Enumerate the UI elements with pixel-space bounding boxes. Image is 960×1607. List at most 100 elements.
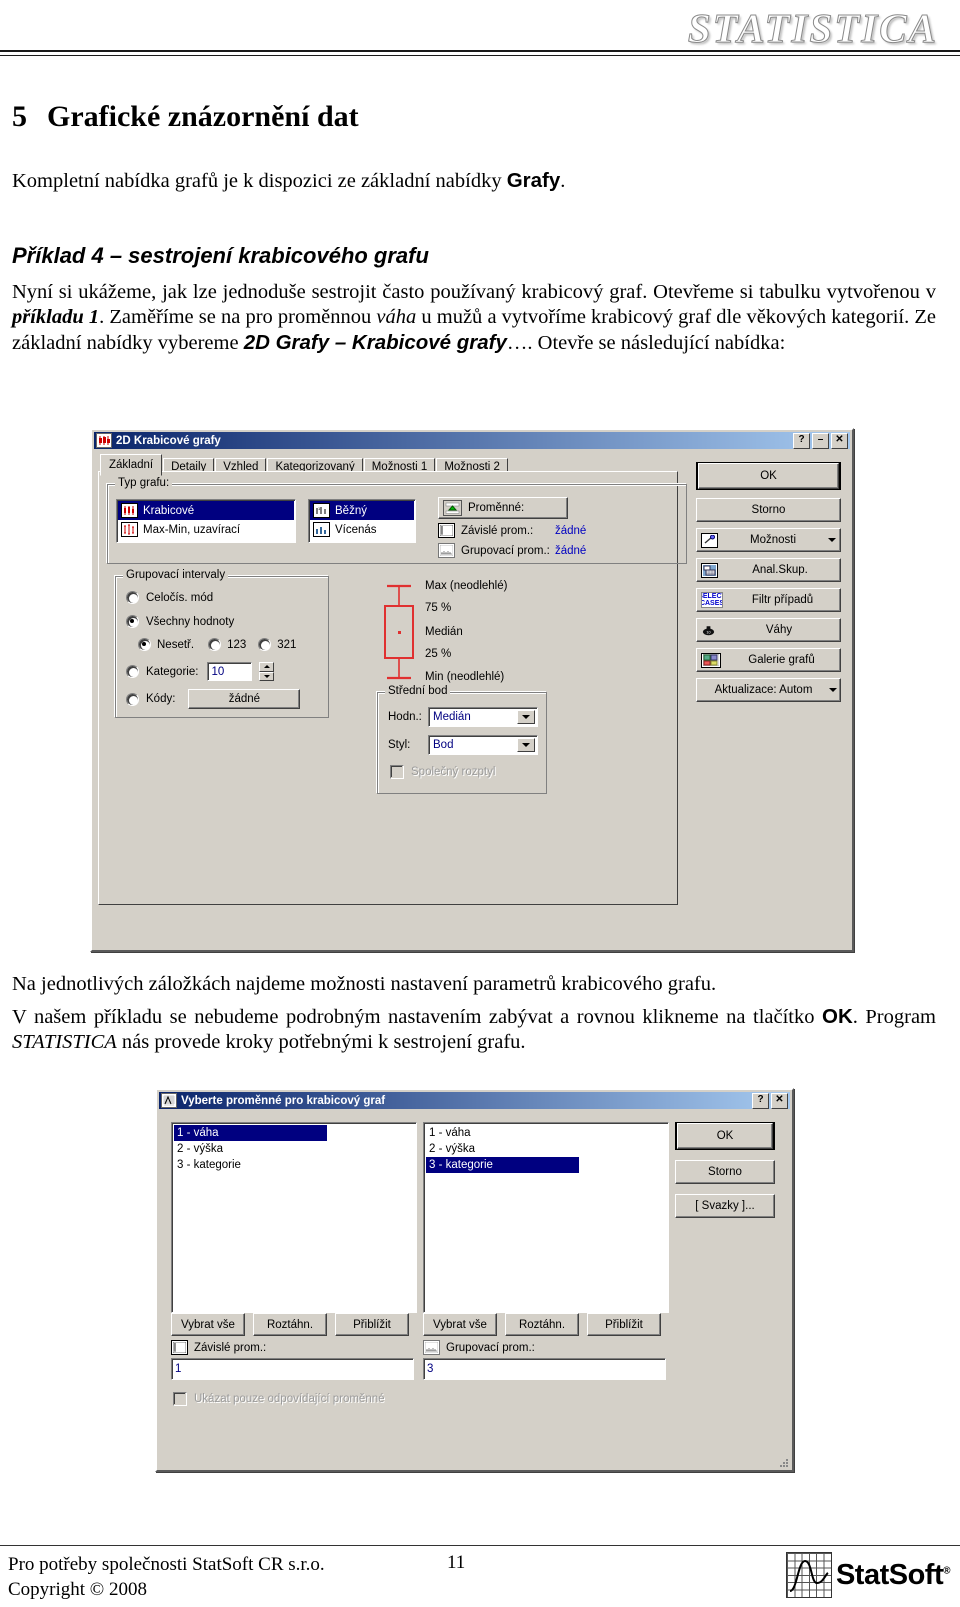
dialog-select-variables[interactable]: Vyberte proměnné pro krabicový graf ? ✕ … bbox=[155, 1088, 794, 1472]
variables-button[interactable]: Proměnné: bbox=[438, 497, 568, 519]
right-variable-list[interactable]: 1 - váha 2 - výška 3 - kategorie bbox=[423, 1122, 669, 1313]
dialog-2d-boxplots[interactable]: 2D Krabicové grafy ? – ✕ Základní Detail… bbox=[90, 428, 854, 952]
radio-integer-mode-button[interactable] bbox=[126, 591, 139, 604]
graph-type-item-vicenas[interactable]: Vícenás bbox=[310, 520, 414, 539]
categories-spinner[interactable] bbox=[259, 662, 275, 681]
left-list-buttons[interactable]: Vybrat vše Roztáhn. Přiblížit bbox=[171, 1313, 409, 1336]
weights-button[interactable]: 10 Váhy bbox=[696, 618, 841, 642]
codes-button[interactable]: žádné bbox=[188, 689, 301, 709]
pooled-variance-checkbox bbox=[390, 765, 404, 779]
grouping-field-input[interactable]: 3 bbox=[423, 1358, 666, 1380]
page-number: 11 bbox=[447, 1552, 466, 1573]
spinner-up[interactable] bbox=[259, 662, 275, 672]
graph-type-list-1[interactable]: Krabicové Max-Min, uzavírací bbox=[116, 499, 296, 543]
grouping-var-value[interactable]: žádné bbox=[555, 545, 586, 557]
options-dropdown-icon[interactable] bbox=[828, 538, 836, 542]
radio-categories[interactable]: Kategorie: 10 bbox=[126, 662, 275, 681]
ok-button[interactable]: OK bbox=[696, 462, 841, 490]
radio-all-values-button[interactable] bbox=[126, 615, 139, 628]
update-mode-dropdown-icon[interactable] bbox=[829, 688, 837, 692]
dependent-var-value[interactable]: žádné bbox=[555, 525, 586, 537]
help-button[interactable]: ? bbox=[793, 432, 810, 449]
spinner-down[interactable] bbox=[259, 671, 275, 681]
graph-type-group: Typ grafu: Krabicové Max-Min, uzavírací bbox=[107, 477, 687, 564]
footer-line-2: Copyright © 2008 bbox=[8, 1579, 147, 1600]
dialog2-titlebar-buttons[interactable]: ? ✕ bbox=[752, 1092, 788, 1109]
graph-gallery-button[interactable]: Galerie grafů bbox=[696, 648, 841, 672]
radio-categories-button[interactable] bbox=[126, 665, 139, 678]
radio-codes[interactable]: Kódy: žádné bbox=[126, 689, 301, 709]
options-button-label: Možnosti bbox=[749, 534, 797, 546]
mid-point-value-combo[interactable]: Medián bbox=[428, 707, 538, 727]
dialog1-titlebar[interactable]: 2D Krabicové grafy ? – ✕ bbox=[94, 432, 850, 449]
left-list-item-1[interactable]: 1 - váha bbox=[174, 1125, 327, 1141]
ok-button-2[interactable]: OK bbox=[675, 1122, 775, 1150]
dependent-field-input[interactable]: 1 bbox=[171, 1358, 414, 1380]
cancel-button-2[interactable]: Storno bbox=[675, 1160, 775, 1184]
radio-asc-button[interactable] bbox=[208, 638, 222, 651]
radio-integer-mode[interactable]: Celočís. mód bbox=[126, 591, 213, 604]
bundles-button[interactable]: [ Svazky ]... bbox=[675, 1194, 775, 1218]
right-list-item-2[interactable]: 2 - výška bbox=[426, 1141, 666, 1157]
right-list-item-3[interactable]: 3 - kategorie bbox=[426, 1157, 579, 1173]
close-button-2[interactable]: ✕ bbox=[771, 1092, 788, 1109]
left-list-item-3[interactable]: 3 - kategorie bbox=[174, 1157, 414, 1173]
cancel-button[interactable]: Storno bbox=[696, 498, 841, 522]
body-reference: příkladu 1 bbox=[12, 306, 100, 328]
graph-type-item-bezny[interactable]: 1 Běžný bbox=[310, 501, 414, 520]
left-list-item-2[interactable]: 2 - výška bbox=[174, 1141, 414, 1157]
maxmin-icon bbox=[121, 522, 138, 537]
dialog1-titlebar-buttons[interactable]: ? – ✕ bbox=[793, 432, 848, 449]
mid-text-2: V našem příkladu se nebudeme podrobným n… bbox=[12, 1006, 822, 1028]
radio-all-values[interactable]: Všechny hodnoty bbox=[126, 615, 234, 628]
graph-type-item-krabicove[interactable]: Krabicové bbox=[118, 501, 294, 520]
example-heading: Příklad 4 – sestrojení krabicového grafu bbox=[12, 243, 429, 268]
sub-sort-radios[interactable]: Nesetř. 123 321 bbox=[138, 638, 296, 651]
left-zoom-button[interactable]: Přiblížit bbox=[335, 1313, 409, 1336]
chevron-down-icon-2[interactable] bbox=[517, 738, 535, 752]
right-list-buttons[interactable]: Vybrat vše Roztáhn. Přiblížit bbox=[423, 1313, 661, 1336]
resize-grip[interactable] bbox=[777, 1455, 789, 1467]
radio-unsorted-button[interactable] bbox=[138, 638, 151, 651]
chevron-down-icon[interactable] bbox=[517, 710, 535, 724]
mid-point-style-combo[interactable]: Bod bbox=[428, 735, 538, 755]
pooled-variance-label: Společný rozptyl bbox=[411, 766, 496, 778]
legend-q75: 75 % bbox=[425, 602, 452, 614]
dialog2-titlebar[interactable]: Vyberte proměnné pro krabicový graf ? ✕ bbox=[159, 1092, 790, 1109]
right-list-item-1[interactable]: 1 - váha bbox=[426, 1125, 666, 1141]
radio-desc-button[interactable] bbox=[258, 638, 272, 651]
graph-type-item-maxmin-label: Max-Min, uzavírací bbox=[143, 523, 241, 536]
right-select-all-button[interactable]: Vybrat vše bbox=[423, 1313, 497, 1336]
graph-type-item-maxmin[interactable]: Max-Min, uzavírací bbox=[118, 520, 294, 539]
grouping-var-label: Grupovací prom.: bbox=[461, 544, 550, 557]
options-button[interactable]: Možnosti bbox=[696, 528, 841, 552]
show-matching-vars-checkbox bbox=[173, 1392, 187, 1406]
close-button[interactable]: ✕ bbox=[831, 432, 848, 449]
tab-zakladni[interactable]: Základní bbox=[100, 454, 163, 476]
dialog1-button-column[interactable]: OK Storno Možnosti Anal.Skup. SELECT CAS… bbox=[696, 462, 841, 702]
intro-text-1: Kompletní nabídka grafů je k dispozici z… bbox=[12, 170, 507, 192]
group-analysis-button[interactable]: Anal.Skup. bbox=[696, 558, 841, 582]
grouping-var-icon bbox=[438, 543, 455, 558]
svg-text:10: 10 bbox=[706, 630, 710, 634]
update-mode-button[interactable]: Aktualizace: Autom bbox=[696, 678, 841, 702]
statsoft-grid-icon bbox=[785, 1552, 832, 1598]
minimize-button[interactable]: – bbox=[812, 432, 829, 449]
categories-input[interactable]: 10 bbox=[207, 662, 253, 681]
dialog1-tab-page: Typ grafu: Krabicové Max-Min, uzavírací bbox=[98, 471, 687, 905]
radio-codes-button[interactable] bbox=[126, 692, 139, 706]
dialog2-button-column[interactable]: OK Storno [ Svazky ]... bbox=[675, 1122, 775, 1218]
case-filter-button[interactable]: SELECT CASES Filtr případů bbox=[696, 588, 841, 612]
left-variable-list[interactable]: 1 - váha 2 - výška 3 - kategorie bbox=[171, 1122, 417, 1313]
mid-point-style-row[interactable]: Styl: Bod bbox=[388, 735, 538, 755]
left-select-all-button[interactable]: Vybrat vše bbox=[171, 1313, 245, 1336]
right-spread-button[interactable]: Roztáhn. bbox=[505, 1313, 579, 1336]
mid-point-value-row[interactable]: Hodn.: Medián bbox=[388, 707, 538, 727]
grouping-var-row[interactable]: Grupovací prom.: žádné bbox=[438, 543, 586, 558]
right-zoom-button[interactable]: Přiblížit bbox=[587, 1313, 661, 1336]
graph-type-list-2[interactable]: 1 Běžný Vícenás bbox=[308, 499, 416, 543]
help-button-2[interactable]: ? bbox=[752, 1092, 769, 1109]
dependent-var-row[interactable]: Závislé prom.: žádné bbox=[438, 523, 586, 538]
left-spread-button[interactable]: Roztáhn. bbox=[253, 1313, 327, 1336]
grouping-intervals-group: Grupovací intervaly Celočís. mód Všechny… bbox=[115, 569, 329, 718]
